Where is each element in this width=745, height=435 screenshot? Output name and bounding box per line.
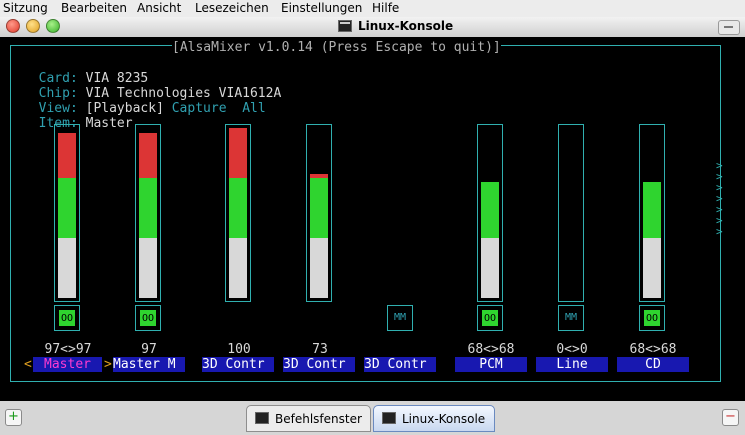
menu-lesezeichen[interactable]: Lesezeichen bbox=[195, 1, 269, 15]
volume-value-3d-control-2: 73 bbox=[312, 342, 328, 357]
mixer-header: [AlsaMixer v1.0.14 (Press Escape to quit… bbox=[172, 40, 501, 55]
volume-bar-master[interactable] bbox=[54, 124, 80, 302]
view-all[interactable]: All bbox=[242, 101, 265, 116]
volume-value-line: 0<>0 bbox=[556, 342, 588, 357]
menu-sitzung[interactable]: Sitzung bbox=[3, 1, 48, 15]
level-high-segment bbox=[139, 133, 157, 178]
channel-label-line[interactable]: Line bbox=[536, 357, 608, 372]
level-mid-segment bbox=[58, 178, 76, 238]
window-menu-button[interactable] bbox=[718, 20, 740, 35]
terminal-icon bbox=[255, 412, 269, 424]
window-title: Linux-Konsole bbox=[358, 19, 454, 33]
mute-switch-pcm[interactable]: OO bbox=[477, 305, 503, 331]
level-high-segment bbox=[229, 128, 247, 178]
level-low-segment bbox=[310, 238, 328, 298]
menu-bar: Sitzung Bearbeiten Ansicht Lesezeichen E… bbox=[0, 0, 745, 17]
mute-switch-master[interactable]: OO bbox=[54, 305, 80, 331]
channel-label-cd[interactable]: CD bbox=[617, 357, 689, 372]
level-low-segment bbox=[643, 238, 661, 298]
volume-bar-cd[interactable] bbox=[639, 124, 665, 302]
tab-linux-konsole[interactable]: Linux-Konsole bbox=[373, 405, 495, 432]
menu-bearbeiten[interactable]: Bearbeiten bbox=[61, 1, 127, 15]
menu-ansicht[interactable]: Ansicht bbox=[137, 1, 181, 15]
channel-label-master-mono[interactable]: Master M bbox=[113, 357, 185, 372]
level-low-segment bbox=[481, 238, 499, 298]
channel-label-3d-control-2[interactable]: 3D Contr bbox=[283, 357, 355, 372]
close-session-button[interactable]: − bbox=[722, 409, 739, 426]
level-mid-segment bbox=[310, 178, 328, 238]
level-high-segment bbox=[58, 133, 76, 178]
mute-switch-3d-control-3[interactable]: MM bbox=[387, 305, 413, 331]
volume-bar-3d-control-2[interactable] bbox=[306, 124, 332, 302]
level-high-segment bbox=[310, 174, 328, 178]
terminal-icon bbox=[382, 412, 396, 424]
channel-label-master[interactable]: Master bbox=[33, 357, 102, 372]
mute-switch-line[interactable]: MM bbox=[558, 305, 584, 331]
terminal-icon bbox=[338, 20, 352, 32]
right-arrow-icon: > bbox=[104, 357, 112, 372]
volume-value-master: 97<>97 bbox=[44, 342, 92, 357]
volume-bar-master-mono[interactable] bbox=[135, 124, 161, 302]
channel-label-3d-control-1[interactable]: 3D Contr bbox=[202, 357, 274, 372]
level-mid-segment bbox=[139, 178, 157, 238]
view-capture[interactable]: Capture bbox=[172, 101, 227, 116]
volume-bar-line[interactable] bbox=[558, 124, 584, 302]
level-low-segment bbox=[58, 238, 76, 298]
volume-value-cd: 68<>68 bbox=[629, 342, 677, 357]
level-mid-segment bbox=[229, 178, 247, 238]
menu-einstellungen[interactable]: Einstellungen bbox=[281, 1, 362, 15]
scroll-right-indicator: > > > > > > > bbox=[716, 159, 723, 238]
volume-value-master-mono: 97 bbox=[141, 342, 157, 357]
level-low-segment bbox=[139, 238, 157, 298]
level-mid-segment bbox=[481, 182, 499, 238]
new-session-button[interactable]: + bbox=[5, 409, 22, 426]
volume-bar-3d-control-1[interactable] bbox=[225, 124, 251, 302]
level-low-segment bbox=[229, 238, 247, 298]
maximize-window-button[interactable] bbox=[46, 19, 60, 33]
tab-befehlsfenster[interactable]: Befehlsfenster bbox=[246, 405, 371, 432]
volume-value-3d-control-1: 100 bbox=[227, 342, 251, 357]
volume-value-pcm: 68<>68 bbox=[467, 342, 515, 357]
window-titlebar: Linux-Konsole bbox=[0, 17, 745, 38]
level-mid-segment bbox=[643, 182, 661, 238]
item-value: Master bbox=[85, 116, 133, 131]
volume-bar-pcm[interactable] bbox=[477, 124, 503, 302]
menu-hilfe[interactable]: Hilfe bbox=[372, 1, 399, 15]
minimize-window-button[interactable] bbox=[26, 19, 40, 33]
close-window-button[interactable] bbox=[6, 19, 20, 33]
left-arrow-icon: < bbox=[24, 357, 32, 372]
channel-label-pcm[interactable]: PCM bbox=[455, 357, 527, 372]
mute-switch-master-mono[interactable]: OO bbox=[135, 305, 161, 331]
mute-switch-cd[interactable]: OO bbox=[639, 305, 665, 331]
channel-label-3d-control-3[interactable]: 3D Contr bbox=[364, 357, 436, 372]
